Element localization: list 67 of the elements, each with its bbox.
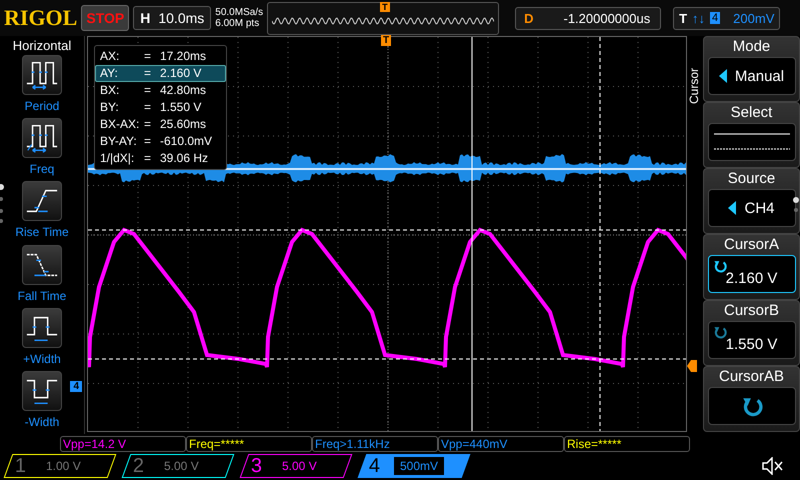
equals-sign: = (144, 151, 152, 166)
readout-value: 1.550 V (160, 100, 202, 115)
channel-tab[interactable]: 4 500mV (358, 454, 470, 478)
softkey-panel[interactable]: CursorA 2.160 V (703, 234, 800, 300)
readout-value: 2.160 V (160, 66, 202, 81)
channel-tab[interactable]: 1 1.00 V (4, 454, 116, 478)
sample-rate: 50.0MSa/s (215, 7, 264, 18)
equals-sign: = (144, 83, 152, 98)
measure-label: -Width (24, 414, 60, 429)
readout-label: AY: (100, 66, 119, 81)
measure-label: Fall Time (18, 288, 66, 303)
softkey-value: CH4 (744, 200, 774, 216)
readout-label: BY: (100, 100, 120, 115)
softkey-panel[interactable]: Mode Manual (703, 36, 800, 102)
equals-sign: = (144, 117, 152, 132)
softkey-value: 1.550 V (726, 336, 778, 352)
softkey-title: Select (730, 103, 772, 123)
readout-value: 17.20ms (160, 49, 206, 64)
channel-tab[interactable]: 2 5.00 V (122, 454, 234, 478)
softkey-value: Manual (734, 68, 784, 84)
softkey-title: CursorAB (718, 367, 784, 387)
readout-label: AX: (100, 49, 120, 64)
readout-value: 25.60ms (160, 117, 206, 132)
brand-logo: RIGOL (4, 5, 78, 31)
equals-sign: = (144, 134, 152, 149)
readout-label: BX: (100, 83, 120, 98)
trigger-position-marker: T (381, 35, 392, 46)
equals-sign: = (144, 49, 152, 64)
measurement-readout: Freq=***** (186, 436, 312, 452)
softkey-panel[interactable]: CursorAB (703, 366, 800, 432)
measurement-readout: Vpp=14.2 V (60, 436, 186, 452)
softkey-title: Mode (732, 37, 770, 57)
menu-label: Cursor (687, 67, 702, 106)
memory-depth: 6.00M pts (215, 18, 260, 29)
readout-label: BX-AX: (100, 117, 140, 132)
channel-tab[interactable]: 3 5.00 V (240, 454, 352, 478)
equals-sign: = (144, 66, 152, 81)
softkey-title: CursorB (724, 301, 779, 321)
measure-label: Freq (30, 162, 54, 176)
measurement-readout: Vpp=440mV (438, 436, 564, 452)
softkey-value-box[interactable]: Manual (708, 57, 796, 95)
readout-value: 42.80ms (160, 83, 206, 98)
readout-label: 1/|dX|: (100, 151, 136, 166)
channel-marker: 4 (70, 381, 82, 392)
softkey-panel[interactable]: CursorB 1.550 V (703, 300, 800, 366)
softkey-value-box[interactable]: 1.550 V (708, 321, 796, 359)
softkey-panel[interactable]: Select (703, 102, 800, 168)
measure-label: Period (24, 99, 60, 113)
measurement-readout: Freq>1.11kHz (312, 436, 438, 452)
delay-display[interactable]: D -1.20000000us (515, 6, 662, 30)
menu-title: Horizontal (12, 38, 72, 53)
measure-label: Rise Time (15, 225, 69, 240)
readout-value: 39.06 Hz (160, 151, 208, 166)
softkey-value: 2.160 V (726, 270, 778, 286)
softkey-value-box[interactable]: CH4 (708, 189, 796, 227)
softkey-value-box[interactable]: 2.160 V (708, 255, 796, 293)
timebase-display[interactable]: H 10.0ms (133, 6, 212, 30)
softkey-title: Source (728, 169, 776, 189)
measurement-readout: Rise=***** (564, 436, 690, 452)
softkey-title: CursorA (724, 235, 779, 255)
softkey-panel[interactable]: Source CH4 (703, 168, 800, 234)
trigger-display[interactable]: T ↑↓ 4 200mV (673, 6, 780, 30)
trigger-marker: T (380, 2, 390, 12)
equals-sign: = (144, 100, 152, 115)
readout-value: -610.0mV (160, 134, 212, 149)
measure-label: +Width (23, 352, 61, 366)
readout-label: BY-AY: (100, 134, 138, 149)
